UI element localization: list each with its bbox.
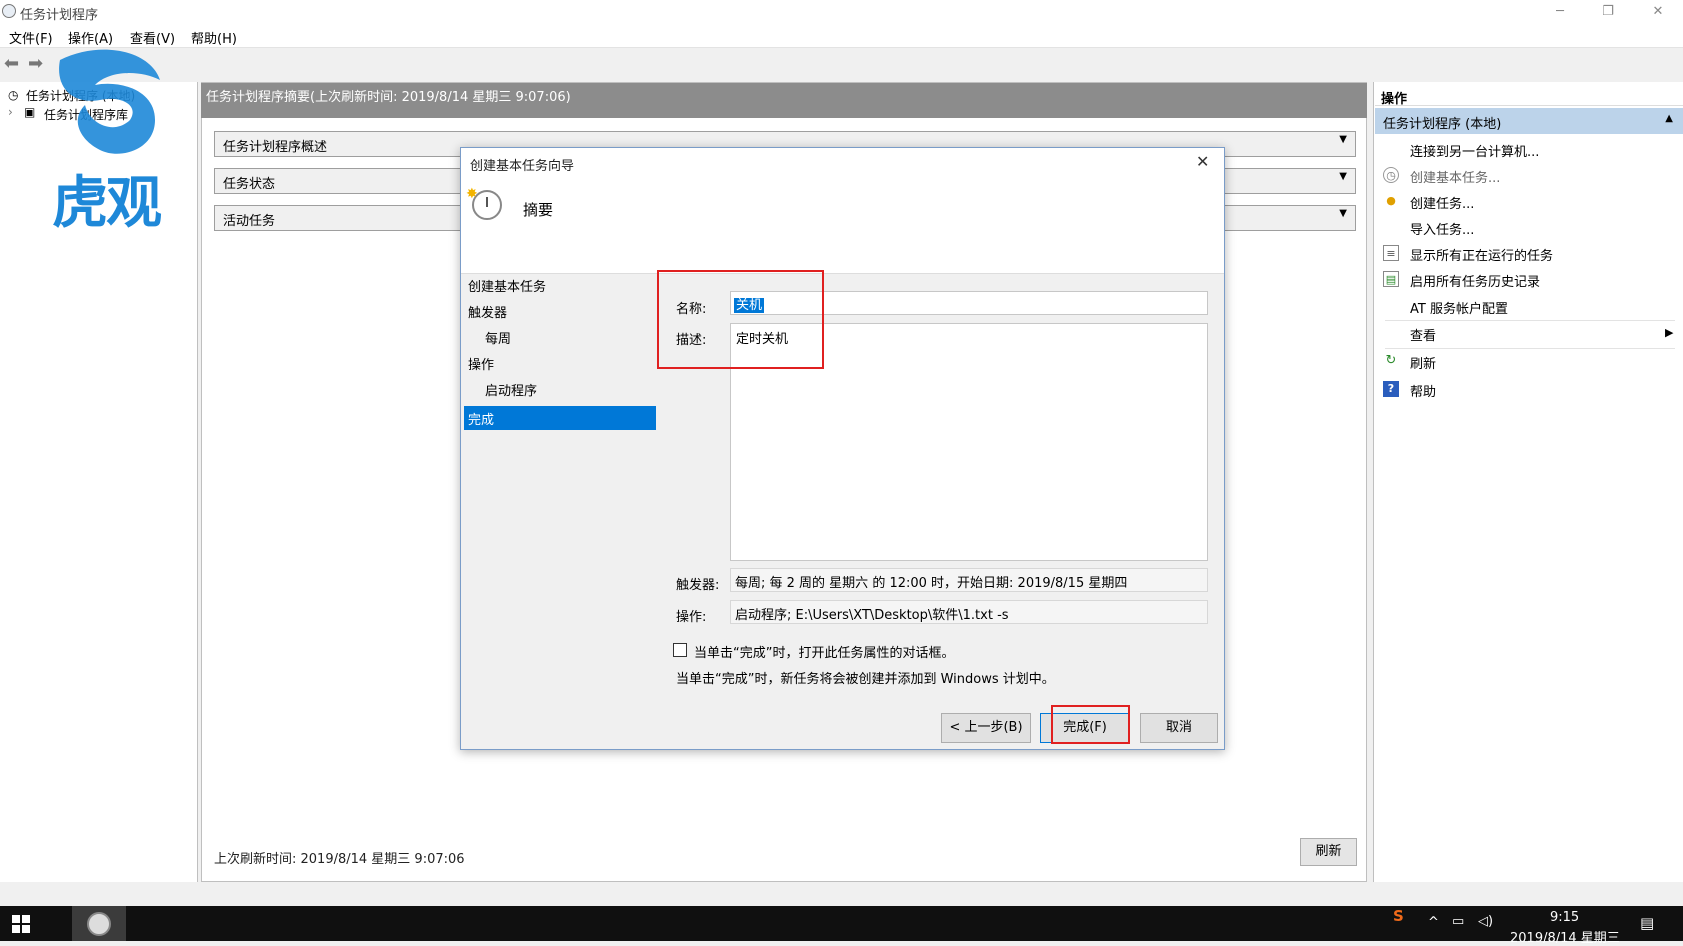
open-properties-label[interactable]: 当单击“完成”时，打开此任务属性的对话框。 — [694, 642, 954, 661]
refresh-button[interactable]: 刷新 — [1300, 838, 1357, 866]
history-icon: ▤ — [1383, 271, 1399, 287]
basic-task-icon: ◷ — [1383, 167, 1399, 183]
section-label: 任务计划程序概述 — [223, 140, 328, 155]
toolbar: ⬅ ➡ — [0, 49, 1683, 77]
dialog-header-area — [461, 148, 1224, 273]
action-create-task[interactable]: 创建任务... — [1410, 193, 1474, 212]
chevron-down-icon: ▼ — [1339, 134, 1347, 145]
chevron-down-icon: ▼ — [1339, 208, 1347, 219]
highlight-finish — [1051, 705, 1130, 744]
section-label: 活动任务 — [223, 214, 276, 229]
folder-icon: ▣ — [24, 105, 36, 119]
finish-note: 当单击“完成”时，新任务将会被创建并添加到 Windows 计划中。 — [676, 672, 1055, 687]
action-refresh[interactable]: 刷新 — [1410, 353, 1436, 372]
dialog-close-icon[interactable]: ✕ — [1196, 152, 1209, 171]
volume-icon[interactable]: ◁) — [1478, 914, 1493, 929]
window-title: 任务计划程序 — [20, 8, 99, 23]
windows-start-icon[interactable] — [12, 915, 30, 933]
open-properties-checkbox[interactable] — [673, 643, 687, 657]
restore-button[interactable]: ❐ — [1588, 2, 1628, 22]
create-task-icon: ● — [1386, 194, 1396, 207]
summary-header: 任务计划程序摘要(上次刷新时间: 2019/8/14 星期三 9:07:06) — [201, 83, 1367, 118]
divider — [1385, 320, 1675, 321]
menu-bar: 文件(F) 操作(A) 查看(V) 帮助(H) — [0, 24, 1683, 48]
action-enable-history[interactable]: 启用所有任务历史记录 — [1410, 271, 1540, 290]
action-view[interactable]: 查看 — [1410, 325, 1436, 344]
dialog-title: 创建基本任务向导 — [470, 159, 575, 174]
last-refresh-text: 上次刷新时间: 2019/8/14 星期三 9:07:06 — [214, 852, 465, 867]
notification-icon[interactable]: ▤ — [1640, 914, 1654, 932]
section-label: 任务状态 — [223, 177, 276, 192]
new-star-icon: ✸ — [466, 186, 478, 202]
close-window-button[interactable]: ✕ — [1638, 2, 1678, 22]
refresh-icon: ↻ — [1385, 353, 1397, 368]
clock-date[interactable]: 2019/8/14 星期三 — [1510, 927, 1620, 946]
step-finish-active: 完成 — [464, 406, 656, 430]
cancel-button[interactable]: 取消 — [1140, 713, 1218, 743]
clock-icon: ◷ — [8, 88, 19, 102]
highlight-name-desc — [657, 270, 824, 369]
submenu-arrow-icon: ▶ — [1665, 326, 1674, 339]
action-at-config[interactable]: AT 服务帐户配置 — [1410, 298, 1508, 317]
actions-section-label: 任务计划程序 (本地) — [1383, 117, 1502, 132]
task-scheduler-taskbar-icon[interactable] — [87, 912, 111, 936]
expand-chevron-icon[interactable]: › — [8, 105, 13, 119]
chevron-down-icon: ▼ — [1339, 171, 1347, 182]
help-icon: ? — [1383, 381, 1399, 397]
divider — [1385, 348, 1675, 349]
menu-help[interactable]: 帮助(H) — [191, 28, 237, 47]
action-create-basic-task[interactable]: 创建基本任务... — [1410, 167, 1500, 186]
action-show-running[interactable]: 显示所有正在运行的任务 — [1410, 245, 1553, 264]
input-method-icon[interactable]: S — [1393, 907, 1404, 925]
back-button[interactable]: < 上一步(B) — [941, 713, 1031, 743]
action-label: 操作: — [676, 610, 707, 625]
actions-section-local[interactable]: 任务计划程序 (本地) ▲ — [1375, 108, 1683, 134]
back-arrow-icon[interactable]: ⬅ — [4, 53, 19, 74]
action-help[interactable]: 帮助 — [1410, 381, 1436, 400]
trigger-label: 触发器: — [676, 578, 720, 593]
step-weekly: 每周 — [485, 332, 512, 347]
tray-chevron-icon[interactable]: ^ — [1428, 915, 1439, 930]
collapse-up-icon[interactable]: ▲ — [1665, 113, 1673, 124]
trigger-summary: 每周; 每 2 周的 星期六 的 12:00 时，开始日期: 2019/8/15… — [730, 568, 1208, 592]
action-summary: 启动程序; E:\Users\XT\Desktop\软件\1.txt -s — [730, 600, 1208, 624]
task-scheduler-icon — [2, 4, 16, 18]
minimize-button[interactable]: ─ — [1540, 2, 1580, 22]
title-bar: 任务计划程序 ─ ❐ ✕ — [0, 0, 1683, 24]
clock-time[interactable]: 9:15 — [1550, 910, 1579, 925]
step-start-program: 启动程序 — [485, 384, 538, 399]
brand-logo-text: 虎观 — [52, 171, 162, 236]
action-import-task[interactable]: 导入任务... — [1410, 219, 1474, 238]
actions-header: 操作 — [1375, 84, 1683, 107]
action-connect-computer[interactable]: 连接到另一台计算机... — [1410, 141, 1539, 160]
step-create-basic-task: 创建基本任务 — [468, 280, 547, 295]
running-tasks-icon: ≡ — [1383, 245, 1399, 261]
dialog-heading: 摘要 — [523, 201, 554, 219]
step-trigger: 触发器 — [468, 306, 508, 321]
step-action: 操作 — [468, 358, 495, 373]
network-icon[interactable]: ▭ — [1452, 914, 1464, 929]
